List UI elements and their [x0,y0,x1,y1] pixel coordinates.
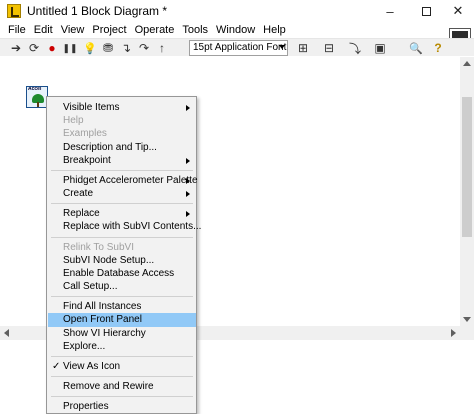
tree-trunk [37,102,39,107]
help-icon[interactable]: ? [432,40,444,56]
menu-separator [51,396,193,397]
menu-item-replace[interactable]: Replace [48,207,196,221]
vertical-scrollbar[interactable] [460,57,474,326]
check-icon: ✓ [52,361,61,372]
font-select[interactable]: 15pt Application Font [189,40,288,56]
menu-separator [51,203,193,204]
menu-view[interactable]: View [57,24,89,36]
menu-project[interactable]: Project [88,24,130,36]
menu-item-view-as-icon[interactable]: ✓ View As Icon [48,360,196,374]
menu-bar: File Edit View Project Operate Tools Win… [0,22,474,38]
menu-item-find-all-instances[interactable]: Find All Instances [48,300,196,314]
menu-separator [51,376,193,377]
menu-help[interactable]: Help [259,24,290,36]
distribute-objects-icon[interactable]: ⊟ [318,40,340,56]
context-menu: Visible Items Help Examples Description … [46,96,201,414]
menu-tools[interactable]: Tools [178,24,212,36]
menu-item-help: Help [63,115,84,126]
menu-separator [51,296,193,297]
run-arrow-icon[interactable]: ➔ [8,40,24,56]
menu-item-open-front-panel[interactable]: Open Front Panel [48,313,196,327]
reorder-icon[interactable]: ⤵ [344,40,366,56]
menu-window[interactable]: Window [212,24,259,36]
minimize-button[interactable]: – [372,0,408,22]
menu-file[interactable]: File [4,24,30,36]
submenu-arrow-icon [186,178,190,184]
menu-item-relink-to-subvi: Relink To SubVI [63,242,134,253]
subvi-label: Accel [28,86,42,92]
menu-operate[interactable]: Operate [131,24,179,36]
scroll-down-icon[interactable] [463,317,471,322]
submenu-arrow-icon [186,191,190,197]
menu-item-phidget-accelerometer-palette[interactable]: Phidget Accelerometer Palette [48,174,198,188]
menu-item-replace-with-subvi-contents[interactable]: Replace with SubVI Contents... [48,220,201,234]
title-bar: Untitled 1 Block Diagram * – ✕ [0,0,474,22]
submenu-arrow-icon [186,158,190,164]
run-continuously-icon[interactable]: ⟳ [26,40,42,56]
menu-item-call-setup[interactable]: Call Setup... [48,280,196,294]
menu-item-create[interactable]: Create [48,187,196,201]
clean-up-diagram-icon[interactable]: ▣ [370,40,390,56]
menu-separator [51,237,193,238]
step-over-icon[interactable]: ↷ [136,40,152,56]
menu-item-examples: Examples [63,128,107,139]
menu-separator [51,170,193,171]
window-title: Untitled 1 Block Diagram * [27,4,168,18]
font-select-value: 15pt Application Font [193,42,287,53]
menu-edit[interactable]: Edit [30,24,57,36]
chevron-down-icon [279,45,285,49]
step-out-icon[interactable]: ↑ [154,40,170,56]
search-icon[interactable]: 🔍 [408,40,424,56]
menu-item-show-vi-hierarchy[interactable]: Show VI Hierarchy [48,327,196,341]
step-into-icon[interactable]: ↴ [118,40,134,56]
menu-item-subvi-node-setup[interactable]: SubVI Node Setup... [48,254,196,268]
retain-wire-values-icon[interactable]: ⛃ [100,40,116,56]
submenu-arrow-icon [186,211,190,217]
close-button[interactable]: ✕ [440,0,474,22]
menu-separator [51,356,193,357]
menu-item-properties[interactable]: Properties [48,400,196,414]
pause-icon[interactable]: ❚❚ [62,40,78,56]
menu-item-enable-database-access[interactable]: Enable Database Access [48,267,196,281]
toolbar: ➔ ⟳ ● ❚❚ 💡 ⛃ ↴ ↷ ↑ 15pt Application Font… [0,38,474,56]
highlight-execution-icon[interactable]: 💡 [82,40,98,56]
menu-item-visible-items[interactable]: Visible Items [48,101,196,115]
scroll-right-icon[interactable] [451,329,456,337]
submenu-arrow-icon [186,105,190,111]
scroll-up-icon[interactable] [463,61,471,66]
labview-app-icon [7,4,21,18]
menu-item-explore[interactable]: Explore... [48,340,196,354]
align-objects-icon[interactable]: ⊞ [292,40,314,56]
abort-icon[interactable]: ● [44,40,60,56]
scroll-left-icon[interactable] [4,329,9,337]
menu-item-breakpoint[interactable]: Breakpoint [48,154,196,168]
menu-item-remove-and-rewire[interactable]: Remove and Rewire [48,380,196,394]
subvi-node[interactable]: Accel [26,86,48,108]
menu-item-description-and-tip[interactable]: Description and Tip... [48,141,196,155]
scroll-thumb[interactable] [462,97,472,237]
maximize-button[interactable] [408,0,444,22]
